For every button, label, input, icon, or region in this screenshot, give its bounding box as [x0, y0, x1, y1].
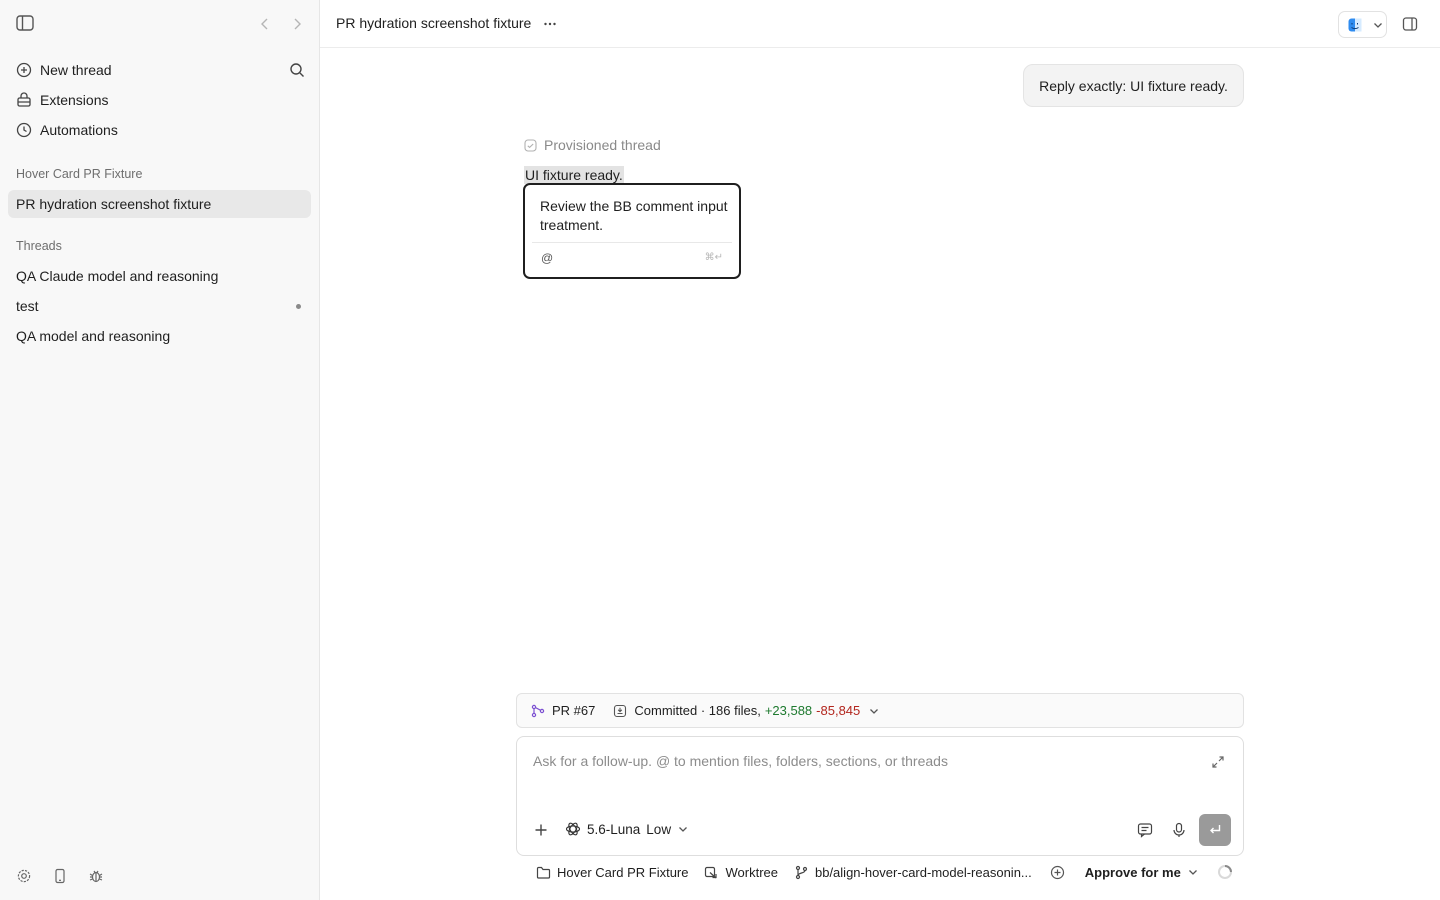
worktree-icon	[704, 865, 719, 880]
sidebar-item-qa-model[interactable]: QA model and reasoning	[8, 322, 311, 350]
approval-mode-label: Approve for me	[1084, 864, 1181, 880]
branch-selector[interactable]: bb/align-hover-card-model-reasonin...	[794, 865, 1032, 880]
automations-label: Automations	[40, 122, 118, 138]
sidebar-item-qa-claude[interactable]: QA Claude model and reasoning	[8, 262, 311, 290]
extensions-label: Extensions	[40, 92, 109, 108]
bug-icon[interactable]	[88, 868, 104, 884]
chevron-down-icon	[1187, 866, 1199, 878]
cloud-icon	[524, 138, 537, 152]
enter-icon	[1208, 823, 1222, 837]
project-section-heading[interactable]: Hover Card PR Fixture	[16, 167, 142, 181]
openai-logo-icon	[565, 821, 581, 837]
branch-name: bb/align-hover-card-model-reasonin...	[814, 864, 1032, 880]
add-circle-icon[interactable]	[1050, 865, 1065, 880]
user-message: Reply exactly: UI fixture ready.	[1023, 64, 1244, 107]
worktree-selector[interactable]: Worktree	[704, 865, 778, 880]
finder-icon	[1347, 17, 1363, 33]
follow-up-composer[interactable]: Ask for a follow-up. @ to mention files,…	[516, 736, 1244, 856]
folder-icon	[536, 865, 551, 880]
follow-up-input[interactable]: Ask for a follow-up. @ to mention files,…	[533, 753, 948, 769]
more-icon[interactable]	[542, 16, 558, 32]
thread-label: test	[16, 298, 39, 314]
unread-dot	[296, 304, 301, 309]
page-title: PR hydration screenshot fixture	[336, 15, 532, 31]
clock-icon	[16, 122, 32, 138]
extensions-button[interactable]: Extensions	[8, 86, 311, 114]
thread-status: Provisioned thread	[524, 137, 661, 153]
additions-count: +23,588	[764, 703, 813, 718]
expand-icon[interactable]	[1211, 755, 1225, 769]
project-selector[interactable]: Hover Card PR Fixture	[536, 865, 688, 880]
chevron-down-icon	[1372, 19, 1384, 31]
worktree-label: Worktree	[725, 864, 778, 880]
comment-submit-hint[interactable]: ⌘↵	[705, 252, 723, 263]
composer-footer: Hover Card PR Fixture Worktree bb/align-…	[536, 863, 1233, 881]
branch-icon	[794, 865, 809, 880]
new-thread-label: New thread	[40, 62, 112, 78]
sidebar-toggle-icon[interactable]	[16, 15, 36, 33]
thread-status-label: Provisioned thread	[544, 137, 661, 153]
sidebar: New thread Extensions Automations Hover …	[0, 0, 320, 900]
new-thread-button[interactable]: New thread	[8, 56, 311, 84]
loading-spinner-icon	[1217, 864, 1233, 880]
threads-section-heading: Threads	[16, 239, 62, 253]
comment-icon[interactable]	[1137, 822, 1153, 838]
pr-number[interactable]: PR #67	[552, 703, 595, 718]
send-button[interactable]	[1199, 814, 1231, 846]
project-name: Hover Card PR Fixture	[557, 864, 689, 880]
gear-icon[interactable]	[16, 868, 32, 884]
pull-request-icon	[531, 704, 545, 718]
commit-icon	[613, 704, 627, 718]
pr-status-bar[interactable]: PR #67 Committed · 186 files, +23,588 -8…	[516, 693, 1244, 728]
sidebar-item-pr-hydration[interactable]: PR hydration screenshot fixture	[8, 190, 311, 218]
mention-button[interactable]: @	[541, 251, 553, 265]
add-attachment-icon[interactable]	[533, 822, 549, 838]
comment-input[interactable]: Review the BB comment input treatment. @…	[523, 183, 741, 279]
sidebar-footer	[16, 868, 104, 884]
search-icon[interactable]	[289, 62, 305, 78]
right-panel-toggle-icon[interactable]	[1402, 16, 1418, 32]
assistant-reply-highlight[interactable]: UI fixture ready.	[524, 166, 624, 184]
extensions-icon	[16, 92, 32, 108]
automations-button[interactable]: Automations	[8, 116, 311, 144]
approval-mode-selector[interactable]: Approve for me	[1085, 865, 1199, 880]
chevron-left-icon[interactable]	[257, 16, 273, 32]
sidebar-header	[0, 0, 319, 48]
phone-icon[interactable]	[52, 868, 68, 884]
commit-summary: Committed · 186 files,	[634, 703, 761, 718]
comment-text[interactable]: Review the BB comment input treatment.	[540, 197, 732, 235]
model-name: 5.6-Luna	[587, 821, 641, 837]
model-selector[interactable]: 5.6-Luna Low	[565, 821, 689, 837]
chevron-down-icon[interactable]	[868, 705, 880, 717]
deletions-count: -85,845	[816, 703, 861, 718]
open-in-app-button[interactable]	[1338, 11, 1387, 38]
chevron-down-icon	[677, 823, 689, 835]
sidebar-item-test[interactable]: test	[8, 292, 311, 320]
microphone-icon[interactable]	[1171, 822, 1187, 838]
plus-circle-icon	[16, 62, 32, 78]
chevron-right-icon[interactable]	[289, 16, 305, 32]
comment-divider	[532, 242, 732, 243]
topbar: PR hydration screenshot fixture	[320, 0, 1440, 48]
reasoning-level: Low	[646, 821, 672, 837]
